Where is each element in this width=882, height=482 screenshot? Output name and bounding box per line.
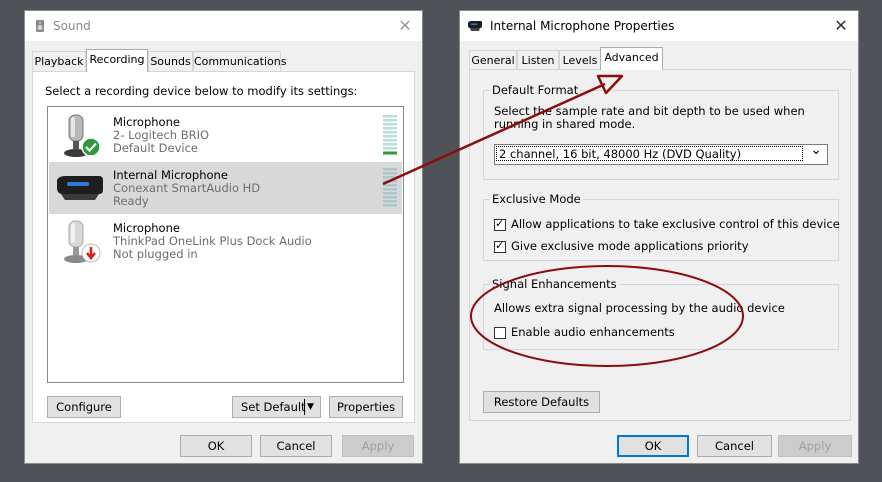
signal-enhancements-group: Signal Enhancements Allows extra signal …: [483, 277, 839, 350]
allow-exclusive-checkbox[interactable]: ✓: [494, 217, 506, 231]
close-icon[interactable]: ✕: [394, 15, 416, 37]
recording-panel: Select a recording device below to modif…: [32, 71, 415, 423]
exclusive-priority-checkbox[interactable]: ✓: [494, 239, 506, 253]
device-item[interactable]: Microphone 2- Logitech BRIO Default Devi…: [49, 109, 402, 161]
check-icon: ✓: [495, 239, 505, 252]
tab-advanced[interactable]: Advanced: [600, 47, 663, 70]
level-meter: [383, 168, 397, 207]
check-icon: ✓: [495, 217, 505, 230]
device-driver: Conexant SmartAudio HD: [113, 181, 261, 195]
tab-sounds[interactable]: Sounds: [148, 51, 193, 71]
set-default-divider: [304, 399, 305, 415]
cancel-button[interactable]: Cancel: [697, 435, 772, 457]
group-label: Exclusive Mode: [490, 192, 583, 206]
close-icon[interactable]: ✕: [830, 15, 852, 37]
enable-enhancements-label[interactable]: Enable audio enhancements: [511, 325, 675, 339]
restore-defaults-button[interactable]: Restore Defaults: [483, 391, 600, 413]
device-item-selected[interactable]: Internal Microphone Conexant SmartAudio …: [49, 162, 402, 214]
device-status: Ready: [113, 194, 149, 208]
allow-exclusive-label[interactable]: Allow applications to take exclusive con…: [511, 217, 840, 231]
device-name: Microphone: [113, 115, 180, 129]
dropdown-arrow-icon[interactable]: ▼: [307, 397, 314, 417]
default-format-group: Default Format Select the sample rate an…: [483, 83, 839, 180]
device-status: Not plugged in: [113, 247, 198, 261]
format-select[interactable]: 2 channel, 16 bit, 48000 Hz (DVD Quality…: [494, 142, 828, 165]
level-meter: [383, 115, 397, 155]
internal-microphone-icon: [57, 176, 103, 200]
apply-button[interactable]: Apply: [778, 435, 852, 457]
device-driver: ThinkPad OneLink Plus Dock Audio: [113, 234, 312, 248]
chevron-down-icon[interactable]: ⌄: [810, 142, 822, 158]
sound-titlebar: Sound ✕: [25, 11, 422, 41]
internal-microphone-icon: [468, 21, 482, 31]
tab-levels[interactable]: Levels: [559, 50, 601, 70]
tab-communications[interactable]: Communications: [193, 51, 286, 71]
enable-enhancements-checkbox[interactable]: [494, 327, 506, 339]
cancel-button[interactable]: Cancel: [260, 435, 332, 457]
tab-playback[interactable]: Playback: [32, 51, 86, 71]
configure-button[interactable]: Configure: [47, 396, 121, 418]
set-default-label: Set Default: [241, 400, 306, 414]
device-item[interactable]: Microphone ThinkPad OneLink Plus Dock Au…: [49, 215, 402, 267]
properties-button[interactable]: Properties: [329, 396, 403, 418]
ok-button[interactable]: OK: [617, 435, 689, 457]
device-name: Microphone: [113, 221, 180, 235]
device-name: Internal Microphone: [113, 168, 228, 182]
default-format-description: Select the sample rate and bit depth to …: [494, 104, 805, 131]
exclusive-mode-group: Exclusive Mode ✓ Allow applications to t…: [483, 192, 840, 261]
tab-recording[interactable]: Recording: [86, 49, 148, 72]
set-default-button[interactable]: Set Default ▼: [232, 396, 321, 418]
microphone-icon: [64, 114, 101, 157]
group-label: Default Format: [490, 83, 581, 97]
group-label: Signal Enhancements: [490, 277, 619, 291]
device-list[interactable]: Microphone 2- Logitech BRIO Default Devi…: [47, 106, 404, 383]
advanced-panel: Default Format Select the sample rate an…: [469, 69, 851, 421]
apply-button[interactable]: Apply: [342, 435, 414, 457]
microphone-unplugged-icon: [64, 220, 101, 263]
ok-button[interactable]: OK: [180, 435, 252, 457]
speaker-icon: [36, 20, 44, 32]
exclusive-priority-label[interactable]: Give exclusive mode applications priorit…: [511, 239, 749, 253]
device-driver: 2- Logitech BRIO: [113, 128, 210, 142]
device-status: Default Device: [113, 141, 199, 155]
sound-window: Sound ✕ Playback Recording Sounds Commun…: [24, 10, 423, 464]
properties-title: Internal Microphone Properties: [490, 19, 675, 33]
format-select-value: 2 channel, 16 bit, 48000 Hz (DVD Quality…: [496, 146, 803, 161]
instruction-text: Select a recording device below to modif…: [45, 84, 358, 98]
properties-window: Internal Microphone Properties ✕ General…: [459, 10, 859, 464]
signal-description: Allows extra signal processing by the au…: [494, 301, 785, 315]
tab-general[interactable]: General: [469, 50, 517, 70]
tab-listen[interactable]: Listen: [517, 50, 559, 70]
sound-title: Sound: [53, 19, 91, 33]
properties-titlebar: Internal Microphone Properties ✕: [460, 11, 858, 41]
